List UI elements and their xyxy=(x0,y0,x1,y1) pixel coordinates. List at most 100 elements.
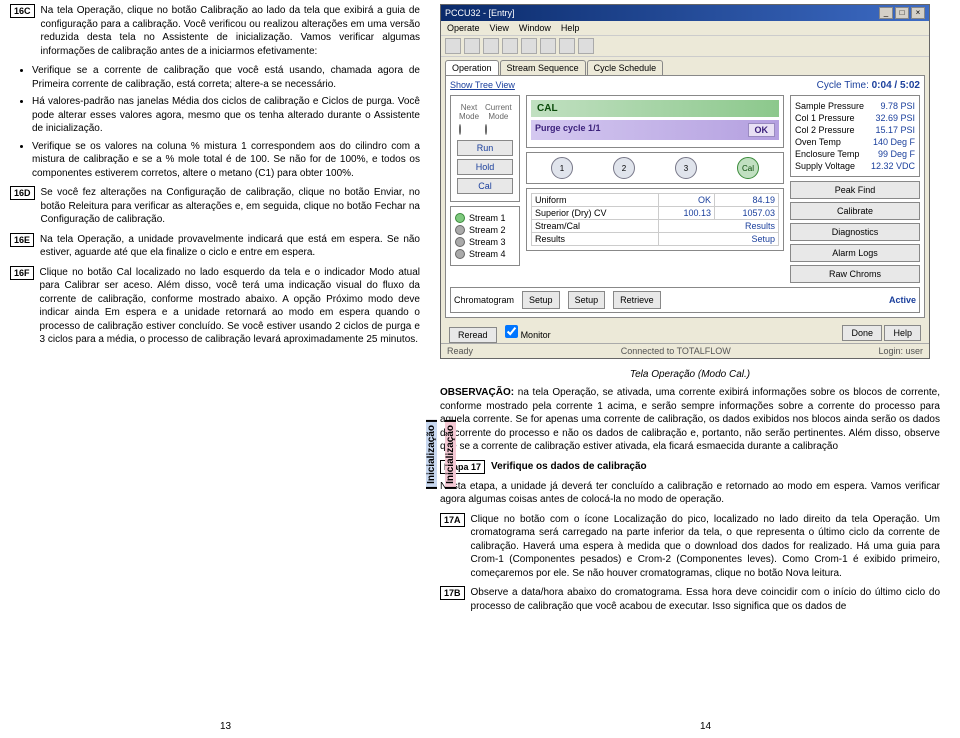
para-16d: Se você fez alterações na Configuração d… xyxy=(41,186,420,227)
pagenum-left: 13 xyxy=(220,721,231,732)
reread-button[interactable]: Reread xyxy=(449,327,497,343)
col1-label: Col 1 Pressure xyxy=(795,113,855,123)
node-1[interactable]: 1 xyxy=(551,157,573,179)
row-superior: Superior (Dry) CV xyxy=(532,207,659,220)
vertical-labels: Inicialização Inicialização xyxy=(426,420,456,489)
chrom-active-label: Active xyxy=(889,295,916,305)
ok-badge: OK xyxy=(748,123,776,137)
pagenum-right: 14 xyxy=(700,721,711,732)
app-window: PCCU32 - [Entry] _ □ × Operate View Wind… xyxy=(440,4,930,359)
step-17b: 17B xyxy=(440,586,465,600)
status-login: Login: user xyxy=(878,346,923,356)
maximize-button[interactable]: □ xyxy=(895,7,909,19)
bullet-3: Verifique se os valores na coluna % mist… xyxy=(32,140,420,181)
toolbar-icon[interactable] xyxy=(483,38,499,54)
status-bar: Ready Connected to TOTALFLOW Login: user xyxy=(441,343,929,358)
stream2-label: Stream 2 xyxy=(469,225,506,235)
window-title: PCCU32 - [Entry] xyxy=(445,8,877,18)
col2-label: Col 2 Pressure xyxy=(795,125,855,135)
diagnostics-button[interactable]: Diagnostics xyxy=(790,223,920,241)
toolbar xyxy=(441,35,929,57)
supply-value: 12.32 VDC xyxy=(871,161,915,171)
row-streamcal: Stream/Cal xyxy=(532,220,659,233)
para-17b: Observe a data/hora abaixo do cromatogra… xyxy=(471,586,940,613)
next-mode-hdr: Next Mode xyxy=(457,102,481,122)
help-button[interactable]: Help xyxy=(884,325,921,341)
enclosure-value: 99 Deg F xyxy=(878,149,915,159)
node-3[interactable]: 3 xyxy=(675,157,697,179)
readings-panel: Sample Pressure9.78 PSI Col 1 Pressure32… xyxy=(790,95,920,177)
stream1-led xyxy=(455,213,465,223)
bullet-list: Verifique se a corrente de calibração qu… xyxy=(32,64,420,180)
calibrate-button[interactable]: Calibrate xyxy=(790,202,920,220)
chrom-retrieve-button[interactable]: Retrieve xyxy=(613,291,661,309)
menu-operate[interactable]: Operate xyxy=(447,23,480,33)
run-button[interactable]: Run xyxy=(457,140,513,156)
step-16c: 16C xyxy=(10,4,35,18)
figure-caption: Tela Operação (Modo Cal.) xyxy=(440,369,940,380)
vert-label-b: Inicialização xyxy=(445,420,456,489)
cur-mode-hdr: Current Mode xyxy=(483,102,514,122)
run-cur-led xyxy=(485,124,487,135)
tab-cycle-schedule[interactable]: Cycle Schedule xyxy=(587,60,664,75)
mode-panel: Next ModeCurrent Mode Run Hold Cal xyxy=(450,95,520,202)
toolbar-icon[interactable] xyxy=(578,38,594,54)
monitor-checkbox[interactable] xyxy=(505,325,518,338)
show-tree-link[interactable]: Show Tree View xyxy=(450,80,515,90)
menu-window[interactable]: Window xyxy=(519,23,551,33)
stream3-led xyxy=(455,237,465,247)
step-16f: 16F xyxy=(10,266,34,280)
node-cal[interactable]: Cal xyxy=(737,157,759,179)
observation: OBSERVAÇÃO: na tela Operação, se ativada… xyxy=(440,386,940,454)
chromatogram-bar: Chromatogram Setup Setup Retrieve Active xyxy=(450,287,920,313)
etapa17-title: Verifique os dados de calibração xyxy=(491,460,940,474)
step-16d: 16D xyxy=(10,186,35,200)
vert-label-a: Inicialização xyxy=(426,420,437,489)
toolbar-icon[interactable] xyxy=(521,38,537,54)
val-cell: 1057.03 xyxy=(714,207,778,220)
val-cell: 100.13 xyxy=(659,207,715,220)
row-results: Results xyxy=(532,233,659,246)
step-16e: 16E xyxy=(10,233,34,247)
para-16c: Na tela Operação, clique no botão Calibr… xyxy=(41,4,420,58)
peak-find-button[interactable]: Peak Find xyxy=(790,181,920,199)
para-17a: Clique no botão com o ícone Localização … xyxy=(471,513,940,581)
cal-button[interactable]: Cal xyxy=(457,178,513,194)
bullet-1: Verifique se a corrente de calibração qu… xyxy=(32,64,420,91)
toolbar-icon[interactable] xyxy=(540,38,556,54)
alarm-logs-button[interactable]: Alarm Logs xyxy=(790,244,920,262)
menu-view[interactable]: View xyxy=(490,23,509,33)
toolbar-icon[interactable] xyxy=(559,38,575,54)
chrom-label: Chromatogram xyxy=(454,295,514,305)
menubar: Operate View Window Help xyxy=(441,21,929,35)
supply-label: Supply Voltage xyxy=(795,161,855,171)
tab-operation[interactable]: Operation xyxy=(445,60,499,75)
setup-link[interactable]: Setup xyxy=(659,233,779,246)
chrom-setup-button-2[interactable]: Setup xyxy=(568,291,606,309)
step-17a: 17A xyxy=(440,513,465,527)
streams-panel: Stream 1 Stream 2 Stream 3 Stream 4 xyxy=(450,206,520,266)
toolbar-icon[interactable] xyxy=(464,38,480,54)
menu-help[interactable]: Help xyxy=(561,23,580,33)
node-2[interactable]: 2 xyxy=(613,157,635,179)
ok-cell: OK xyxy=(659,194,715,207)
toolbar-icon[interactable] xyxy=(445,38,461,54)
tab-stream-sequence[interactable]: Stream Sequence xyxy=(500,60,586,75)
results-link[interactable]: Results xyxy=(659,220,779,233)
col1-value: 32.69 PSI xyxy=(875,113,915,123)
raw-chroms-button[interactable]: Raw Chroms xyxy=(790,265,920,283)
toolbar-icon[interactable] xyxy=(502,38,518,54)
minimize-button[interactable]: _ xyxy=(879,7,893,19)
close-button[interactable]: × xyxy=(911,7,925,19)
cycle-value: 0:04 / 5:02 xyxy=(872,80,920,91)
cal-mode-indicator: CAL xyxy=(531,100,779,117)
oven-value: 140 Deg F xyxy=(873,137,915,147)
chrom-setup-button[interactable]: Setup xyxy=(522,291,560,309)
oven-label: Oven Temp xyxy=(795,137,841,147)
stream2-led xyxy=(455,225,465,235)
para-16f: Clique no botão Cal localizado no lado e… xyxy=(40,266,420,347)
row-uniform: Uniform xyxy=(532,194,659,207)
done-button[interactable]: Done xyxy=(842,325,882,341)
hold-button[interactable]: Hold xyxy=(457,159,513,175)
footer-bar: Reread Monitor Done Help xyxy=(445,322,925,343)
